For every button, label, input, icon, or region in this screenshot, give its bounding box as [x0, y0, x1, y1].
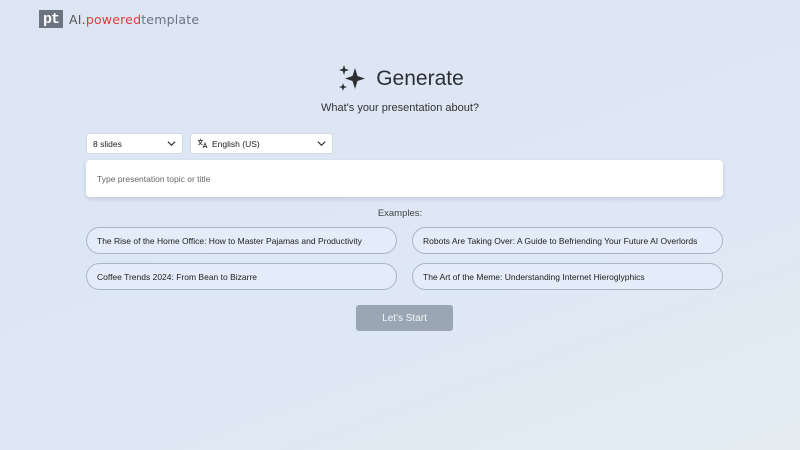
logo-mark: pt — [39, 10, 63, 28]
translate-icon — [197, 138, 208, 149]
example-chip[interactable]: The Art of the Meme: Understanding Inter… — [412, 263, 723, 290]
page-title: Generate — [376, 67, 464, 90]
page-subtitle: What's your presentation about? — [320, 102, 480, 114]
logo[interactable]: pt AI.poweredtemplate — [39, 10, 199, 28]
slides-select[interactable]: 8 slides — [86, 133, 183, 154]
title-row: Generate — [0, 63, 800, 95]
example-chip[interactable]: Robots Are Taking Over: A Guide to Befri… — [412, 227, 723, 254]
logo-text: AI.poweredtemplate — [69, 12, 199, 27]
chevron-down-icon — [167, 141, 176, 147]
example-chip[interactable]: Coffee Trends 2024: From Bean to Bizarre — [86, 263, 397, 290]
chevron-down-icon — [317, 141, 326, 147]
logo-text-ai: AI. — [69, 11, 86, 27]
examples-label: Examples: — [377, 208, 423, 219]
example-chip[interactable]: The Rise of the Home Office: How to Mast… — [86, 227, 397, 254]
start-button[interactable]: Let's Start — [356, 305, 453, 331]
slides-select-value: 8 slides — [93, 138, 122, 149]
language-select-value: English (US) — [212, 138, 260, 149]
logo-text-template: template — [141, 11, 200, 27]
sparkle-icon — [339, 65, 366, 91]
language-select[interactable]: English (US) — [190, 133, 333, 154]
topic-input[interactable] — [86, 160, 723, 197]
logo-text-powered: powered — [85, 11, 142, 27]
